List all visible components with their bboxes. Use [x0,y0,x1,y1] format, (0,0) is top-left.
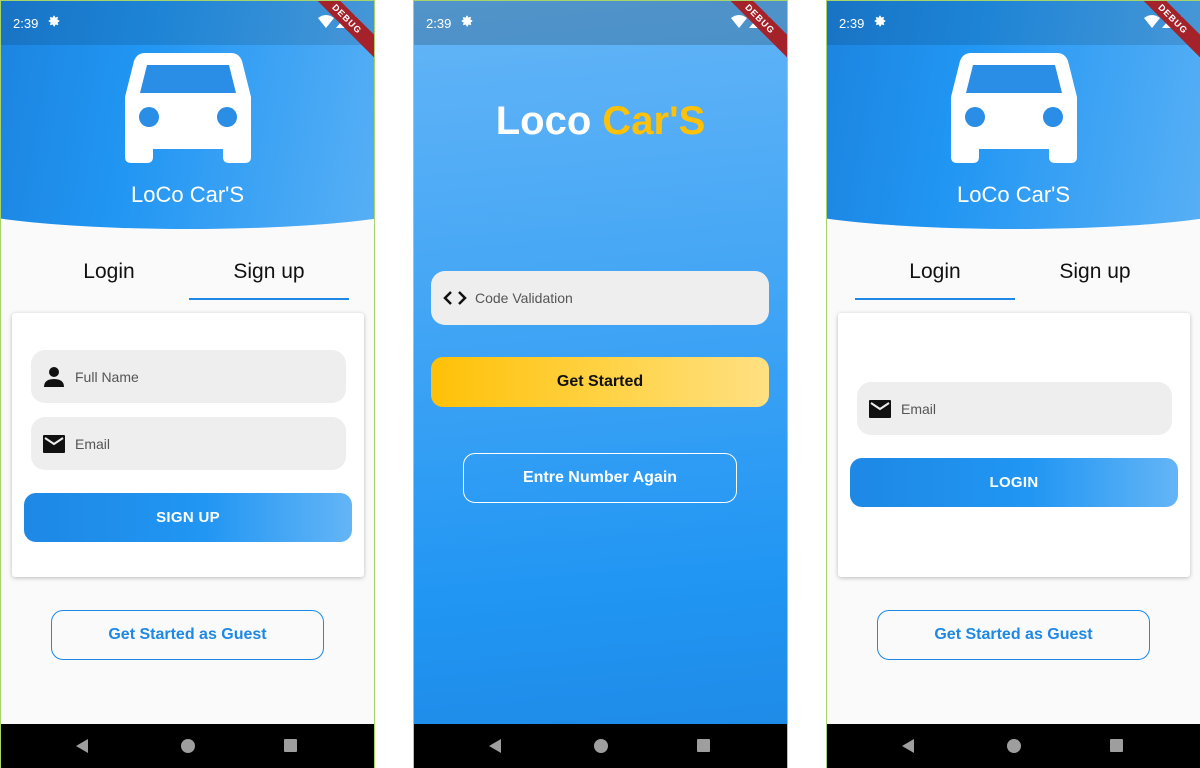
tab-indicator [855,298,1015,300]
tab-signup[interactable]: Sign up [1015,253,1175,299]
login-button[interactable]: LOGIN [850,458,1178,507]
login-screen: 2:39 DEBUG LoCo Car'S Login Sign up LOGI… [826,0,1200,768]
code-icon [443,291,467,305]
status-time: 2:39 [839,16,865,31]
status-bar: 2:39 [1,1,374,45]
car-icon [125,53,251,163]
email-field[interactable] [31,417,346,470]
code-validation-input[interactable] [475,271,735,324]
home-icon[interactable] [181,739,195,753]
email-field[interactable] [857,382,1172,435]
person-icon [44,367,64,387]
tab-login[interactable]: Login [29,253,189,299]
signup-screen: 2:39 DEBUG LoCo Car'S Login Sign up SIGN… [0,0,375,768]
status-time: 2:39 [13,16,39,31]
app-title-part1: Loco [495,99,592,143]
recent-apps-icon[interactable] [1110,739,1123,752]
back-icon[interactable] [76,739,88,753]
back-icon[interactable] [489,739,501,753]
full-name-input[interactable] [75,350,335,403]
guest-button[interactable]: Get Started as Guest [877,610,1150,660]
navigation-bar [1,724,374,768]
guest-button[interactable]: Get Started as Guest [51,610,324,660]
signup-card: SIGN UP [12,313,364,577]
status-time: 2:39 [426,16,452,31]
home-icon[interactable] [594,739,608,753]
brand-title: LoCo Car'S [956,182,1071,207]
back-icon[interactable] [902,739,914,753]
status-bar: 2:39 [414,1,787,45]
auth-tabs: Login Sign up [855,253,1175,301]
mail-icon [43,435,65,453]
reenter-number-button[interactable]: Entre Number Again [463,453,737,503]
app-title: Loco Car'S [414,99,787,144]
recent-apps-icon[interactable] [284,739,297,752]
email-input[interactable] [901,382,1161,435]
settings-icon [874,15,886,27]
tab-login[interactable]: Login [855,253,1015,299]
signup-button[interactable]: SIGN UP [24,493,352,542]
get-started-button[interactable]: Get Started [431,357,769,407]
tab-indicator [189,298,349,300]
brand-title: LoCo Car'S [130,182,245,207]
email-input[interactable] [75,417,335,470]
settings-icon [461,15,473,27]
car-icon [951,53,1077,163]
status-bar: 2:39 [827,1,1200,45]
login-card: LOGIN [838,313,1190,577]
validation-screen: 2:39 DEBUG Loco Car'S Get Started Entre … [413,0,788,768]
home-icon[interactable] [1007,739,1021,753]
navigation-bar [414,724,787,768]
mail-icon [869,400,891,418]
settings-icon [48,15,60,27]
full-name-field[interactable] [31,350,346,403]
code-validation-field[interactable] [431,271,769,325]
auth-tabs: Login Sign up [29,253,349,301]
navigation-bar [827,724,1200,768]
tab-signup[interactable]: Sign up [189,253,349,299]
recent-apps-icon[interactable] [697,739,710,752]
app-title-part2: Car'S [602,99,706,143]
